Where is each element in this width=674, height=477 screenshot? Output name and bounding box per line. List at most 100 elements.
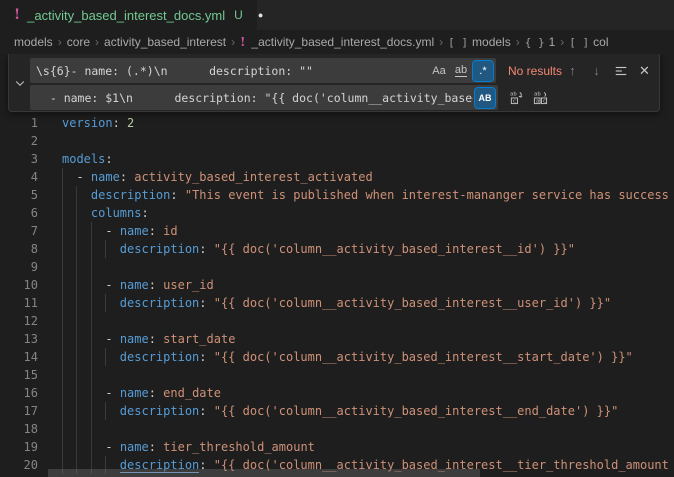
replace-input[interactable]: - name: $1\n description: "{{ doc('colum…	[30, 85, 498, 110]
code-line-8[interactable]: 8 description: "{{ doc('column__activity…	[0, 240, 674, 258]
preserve-case-button[interactable]: AB	[475, 88, 495, 108]
indent-guide	[62, 294, 63, 312]
line-content[interactable]: - name: end_date	[46, 384, 674, 402]
match-case-button[interactable]: Aa	[429, 61, 449, 81]
line-content[interactable]	[46, 420, 674, 438]
breadcrumb-label: 1	[549, 35, 556, 49]
code-line-13[interactable]: 13 - name: start_date	[0, 330, 674, 348]
indent-guide	[91, 312, 92, 330]
close-find-button[interactable]: ✕	[634, 60, 655, 81]
code-token: description	[120, 350, 199, 364]
find-input[interactable]: \s{6}- name: (.*)\n description: "" Aa a…	[30, 58, 496, 83]
code-line-16[interactable]: 16 - name: end_date	[0, 384, 674, 402]
line-content[interactable]: - name: id	[46, 222, 674, 240]
breadcrumb-label: models	[14, 35, 53, 49]
line-content[interactable]: columns:	[46, 204, 674, 222]
whole-word-button[interactable]: ab	[451, 61, 471, 81]
indent-guide	[76, 222, 77, 240]
indent-guide	[91, 258, 92, 276]
line-number: 14	[0, 348, 46, 366]
code-token: name	[91, 170, 120, 184]
line-content[interactable]: description: "{{ doc('column__activity_b…	[46, 402, 674, 420]
code-line-18[interactable]: 18	[0, 420, 674, 438]
line-content[interactable]: - name: tier_threshold_amount	[46, 438, 674, 456]
line-content[interactable]: - name: activity_based_interest_activate…	[46, 168, 674, 186]
code-line-19[interactable]: 19 - name: tier_threshold_amount	[0, 438, 674, 456]
breadcrumb-item-1[interactable]: { }1	[525, 35, 556, 49]
indent-guide	[62, 420, 63, 438]
code-line-14[interactable]: 14 description: "{{ doc('column__activit…	[0, 348, 674, 366]
code-line-5[interactable]: 5 description: "This event is published …	[0, 186, 674, 204]
editor-tab[interactable]: ! _activity_based_interest_docs.yml U ●	[0, 0, 258, 30]
line-content[interactable]: description: "This event is published wh…	[46, 186, 674, 204]
breadcrumb-item-activity_based_interest[interactable]: activity_based_interest	[104, 35, 226, 49]
code-line-6[interactable]: 6 columns:	[0, 204, 674, 222]
code-line-15[interactable]: 15	[0, 366, 674, 384]
indent-guide	[76, 348, 77, 366]
code-token: :	[105, 152, 112, 166]
code-line-12[interactable]: 12	[0, 312, 674, 330]
replace-all-button[interactable]: abac	[530, 87, 551, 108]
find-status: No results	[508, 64, 562, 78]
toggle-replace-button[interactable]	[9, 54, 30, 111]
line-content[interactable]	[46, 132, 674, 150]
indent-guide	[91, 276, 92, 294]
indent-guide	[62, 168, 63, 186]
next-match-button[interactable]: ↓	[586, 60, 607, 81]
horizontal-scrollbar-thumb[interactable]	[48, 469, 480, 477]
code-token: -	[105, 386, 119, 400]
dirty-indicator-icon[interactable]: ●	[258, 10, 263, 20]
breadcrumb-item-col[interactable]: [ ]col	[569, 35, 608, 49]
code-line-2[interactable]: 2	[0, 132, 674, 150]
code-line-7[interactable]: 7 - name: id	[0, 222, 674, 240]
line-content[interactable]: - name: start_date	[46, 330, 674, 348]
svg-text:c: c	[543, 99, 546, 105]
line-content[interactable]: description: "{{ doc('column__activity_b…	[46, 294, 674, 312]
editor[interactable]: 1version: 223models:4 - name: activity_b…	[0, 54, 674, 477]
indent-guide	[62, 330, 63, 348]
indent-guide	[76, 330, 77, 348]
line-content[interactable]: version: 2	[46, 114, 674, 132]
line-content[interactable]	[46, 366, 674, 384]
line-content[interactable]: - name: user_id	[46, 276, 674, 294]
breadcrumb-item-models[interactable]: models	[14, 35, 53, 49]
line-content[interactable]: description: "{{ doc('column__activity_b…	[46, 348, 674, 366]
code-area[interactable]: 1version: 223models:4 - name: activity_b…	[0, 114, 674, 474]
code-token: -	[76, 170, 90, 184]
close-icon: ✕	[639, 63, 650, 79]
find-in-selection-button[interactable]	[610, 60, 631, 81]
code-token: description	[91, 188, 170, 202]
breadcrumb-item-models[interactable]: [ ]models	[448, 35, 511, 49]
indent-guide	[76, 276, 77, 294]
code-token: start_date	[163, 332, 235, 346]
code-line-11[interactable]: 11 description: "{{ doc('column__activit…	[0, 294, 674, 312]
breadcrumb-item-_activity_based_interest_docs.yml[interactable]: ! _activity_based_interest_docs.yml	[240, 35, 434, 49]
code-line-10[interactable]: 10 - name: user_id	[0, 276, 674, 294]
code-line-17[interactable]: 17 description: "{{ doc('column__activit…	[0, 402, 674, 420]
code-line-4[interactable]: 4 - name: activity_based_interest_activa…	[0, 168, 674, 186]
code-line-9[interactable]: 9	[0, 258, 674, 276]
code-token: :	[170, 188, 184, 202]
chevron-down-icon	[14, 77, 26, 89]
tab-filename: _activity_based_interest_docs.yml	[27, 8, 225, 23]
code-token: -	[105, 440, 119, 454]
indent-guide	[62, 384, 63, 402]
replace-button[interactable]: abc	[506, 87, 527, 108]
regex-button[interactable]: .*	[473, 61, 493, 81]
line-number: 20	[0, 456, 46, 474]
code-line-3[interactable]: 3models:	[0, 150, 674, 168]
breadcrumb-item-core[interactable]: core	[67, 35, 90, 49]
line-number: 19	[0, 438, 46, 456]
svg-text:c: c	[513, 99, 516, 105]
line-content[interactable]	[46, 258, 674, 276]
code-token: version	[62, 116, 113, 130]
code-token: :	[113, 116, 127, 130]
yaml-file-icon: !	[240, 35, 245, 49]
code-line-1[interactable]: 1version: 2	[0, 114, 674, 132]
line-content[interactable]	[46, 312, 674, 330]
indent-guide	[91, 222, 92, 240]
breadcrumb-label: _activity_based_interest_docs.yml	[251, 35, 434, 49]
previous-match-button[interactable]: ↑	[562, 60, 583, 81]
line-content[interactable]: description: "{{ doc('column__activity_b…	[46, 240, 674, 258]
line-content[interactable]: models:	[46, 150, 674, 168]
